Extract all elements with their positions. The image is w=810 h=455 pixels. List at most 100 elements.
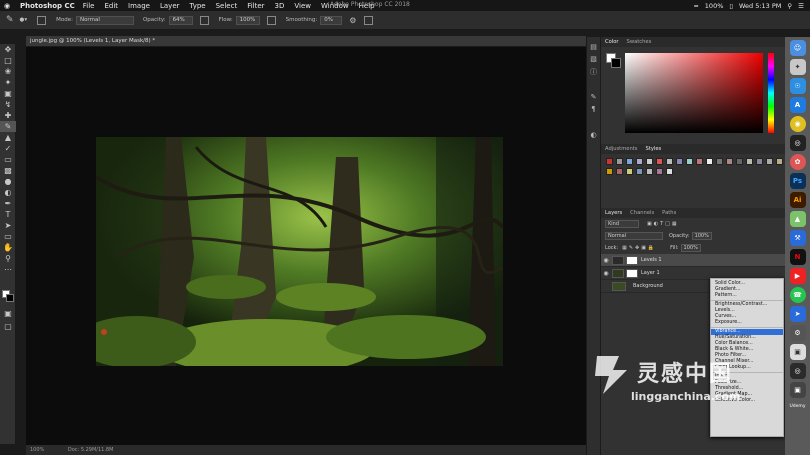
netflix-icon[interactable]: N	[789, 249, 806, 265]
paragraph-panel-icon[interactable]: ¶	[587, 105, 600, 117]
filter-kind-select[interactable]: Kind	[605, 220, 639, 228]
history-panel-icon[interactable]: ▤	[587, 43, 600, 55]
quick-mask-icon[interactable]: ▣	[0, 308, 16, 319]
dodge-tool-icon[interactable]: ◐	[0, 187, 16, 198]
search-icon[interactable]: ⚲	[787, 2, 792, 10]
menu-list-icon[interactable]: ☰	[798, 2, 804, 10]
brush-tool-icon[interactable]: ✎	[0, 121, 16, 132]
pen-tool-icon[interactable]: ✒	[0, 198, 16, 209]
style-swatch[interactable]	[676, 158, 683, 165]
layer-mask-thumb[interactable]	[626, 268, 638, 278]
eye-icon[interactable]: ◉	[601, 257, 611, 264]
style-swatch[interactable]	[766, 158, 773, 165]
tab-paths[interactable]: Paths	[662, 210, 676, 216]
menu-item-pattern[interactable]: Pattern...	[711, 293, 783, 299]
photos-icon[interactable]: ✿	[789, 154, 806, 170]
app-icon[interactable]: ▣	[789, 382, 806, 398]
style-swatch[interactable]	[656, 158, 663, 165]
menu-type[interactable]: Type	[190, 2, 206, 10]
eraser-tool-icon[interactable]: ▭	[0, 154, 16, 165]
style-swatch[interactable]	[666, 158, 673, 165]
adjust-panel-icon[interactable]: ◐	[587, 131, 600, 143]
mode-select[interactable]: Normal	[75, 15, 134, 25]
app-icon[interactable]: ▣	[789, 344, 806, 360]
style-swatch[interactable]	[696, 158, 703, 165]
style-swatch[interactable]	[606, 168, 613, 175]
layer-name[interactable]: Layer 1	[641, 270, 660, 276]
app-icon[interactable]: ◎	[789, 363, 806, 379]
gear-icon[interactable]: ⚙	[349, 16, 356, 25]
color-bg-swatch[interactable]	[611, 58, 621, 68]
hue-slider[interactable]	[768, 53, 774, 133]
tab-swatches[interactable]: Swatches	[627, 39, 652, 45]
doc-size[interactable]: Doc: 5.29M/11.8M	[68, 447, 114, 453]
zoom-tool-icon[interactable]: ⚲	[0, 253, 16, 264]
brush-settings-icon[interactable]: ✎	[587, 93, 600, 105]
style-swatch[interactable]	[626, 158, 633, 165]
style-swatch[interactable]	[636, 168, 643, 175]
path-select-tool-icon[interactable]: ➤	[0, 220, 16, 231]
style-swatch[interactable]	[736, 158, 743, 165]
finder-icon[interactable]: ☺	[789, 40, 806, 56]
fill-input[interactable]: 100%	[680, 244, 701, 252]
pressure-size-icon[interactable]	[364, 15, 374, 25]
menu-select[interactable]: Select	[216, 2, 238, 10]
pressure-opacity-icon[interactable]	[199, 15, 209, 25]
style-swatch[interactable]	[646, 168, 653, 175]
app-icon[interactable]: ➤	[789, 306, 806, 322]
eye-icon[interactable]: ◉	[601, 270, 611, 277]
tab-channels[interactable]: Channels	[630, 210, 654, 216]
style-swatch[interactable]	[776, 158, 783, 165]
maps-icon[interactable]: ▲	[789, 211, 806, 227]
safari-icon[interactable]: ☉	[789, 78, 806, 94]
stamp-tool-icon[interactable]: ▲	[0, 132, 16, 143]
background-swatch[interactable]	[6, 294, 14, 302]
tab-color[interactable]: Color	[605, 39, 619, 45]
style-swatch[interactable]	[706, 158, 713, 165]
layer-mask-thumb[interactable]	[626, 255, 638, 265]
more-tools-icon[interactable]: ⋯	[0, 264, 16, 275]
layer-name[interactable]: Levels 1	[641, 257, 662, 263]
blur-tool-icon[interactable]: ●	[0, 176, 16, 187]
style-swatch[interactable]	[616, 168, 623, 175]
menu-filter[interactable]: Filter	[247, 2, 264, 10]
youtube-icon[interactable]: ▶	[789, 268, 806, 284]
style-swatch[interactable]	[726, 158, 733, 165]
menu-3d[interactable]: 3D	[275, 2, 285, 10]
healing-tool-icon[interactable]: ✚	[0, 110, 16, 121]
airbrush-icon[interactable]	[266, 15, 276, 25]
style-swatch[interactable]	[686, 158, 693, 165]
illustrator-icon[interactable]: Ai	[789, 192, 806, 208]
marquee-tool-icon[interactable]: □	[0, 55, 16, 66]
wifi-icon[interactable]: ≈	[693, 2, 698, 10]
layer-name[interactable]: Background	[633, 283, 663, 289]
tab-adjustments[interactable]: Adjustments	[605, 146, 638, 152]
type-tool-icon[interactable]: T	[0, 209, 16, 220]
crop-tool-icon[interactable]: ▣	[0, 88, 16, 99]
gradient-tool-icon[interactable]: ▩	[0, 165, 16, 176]
quick-select-tool-icon[interactable]: ✦	[0, 77, 16, 88]
blend-mode-select[interactable]: Normal	[605, 232, 663, 240]
brush-tool-icon[interactable]: ✎	[6, 15, 14, 25]
style-swatch[interactable]	[606, 158, 613, 165]
history-brush-icon[interactable]: ✓	[0, 143, 16, 154]
style-swatch[interactable]	[666, 168, 673, 175]
style-swatch[interactable]	[656, 168, 663, 175]
lock-icons[interactable]: ▦✎✥▣🔒	[622, 245, 656, 251]
system-icon[interactable]: ◎	[789, 135, 806, 151]
app-name[interactable]: Photoshop CC	[20, 2, 75, 10]
opacity-input[interactable]: 64%	[168, 15, 193, 25]
layer-row[interactable]: ◉ Levels 1	[601, 254, 785, 267]
style-swatch[interactable]	[616, 158, 623, 165]
photoshop-icon[interactable]: Ps	[789, 173, 806, 189]
menu-layer[interactable]: Layer	[160, 2, 180, 10]
tab-styles[interactable]: Styles	[646, 146, 662, 152]
style-swatch[interactable]	[636, 158, 643, 165]
flow-input[interactable]: 100%	[235, 15, 260, 25]
clock[interactable]: Wed 5:13 PM	[739, 2, 781, 10]
info-panel-icon[interactable]: ⓘ	[587, 67, 600, 79]
zoom-level[interactable]: 100%	[30, 447, 44, 453]
style-swatch[interactable]	[716, 158, 723, 165]
menu-file[interactable]: File	[83, 2, 95, 10]
settings-icon[interactable]: ⚙	[789, 325, 806, 341]
